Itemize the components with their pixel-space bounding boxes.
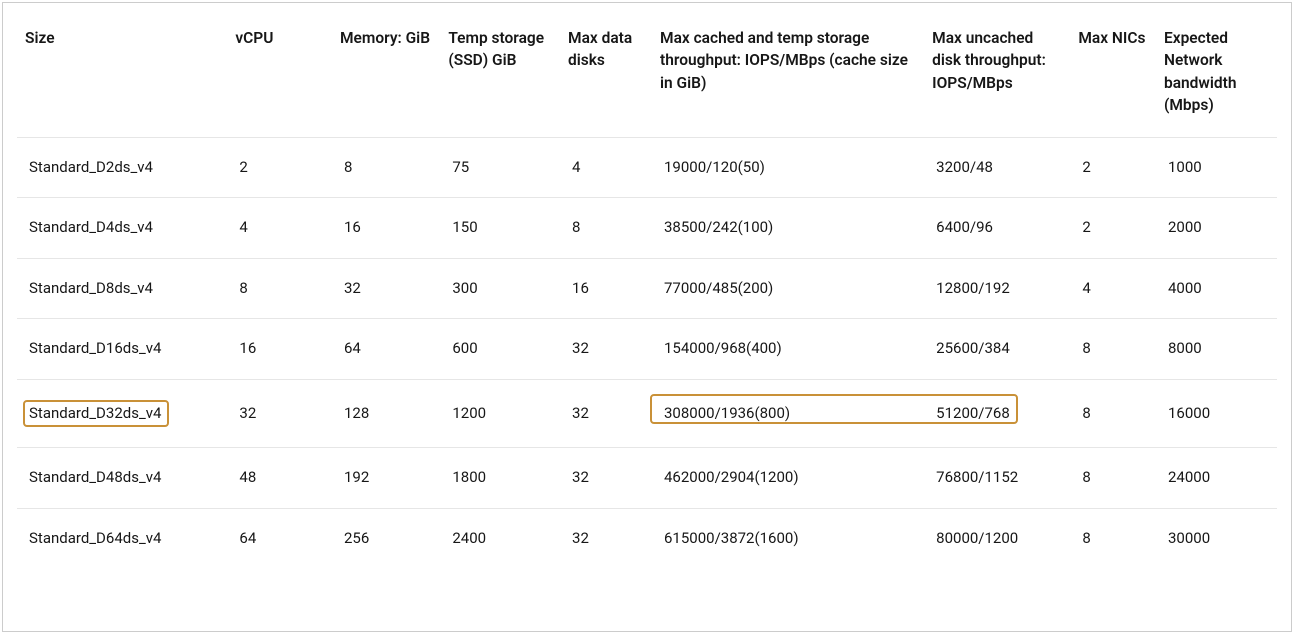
cell-temp: 1800	[440, 448, 560, 509]
cell-nics: 8	[1070, 379, 1156, 447]
cell-maxdata: 16	[560, 258, 652, 319]
cell-bw: 2000	[1156, 198, 1277, 259]
cell-temp: 600	[440, 319, 560, 380]
cell-uncached: 3200/48	[924, 137, 1070, 198]
table-row: Standard_D32ds_v432128120032308000/1936(…	[17, 379, 1277, 447]
cell-nics: 4	[1070, 258, 1156, 319]
cell-temp: 2400	[440, 508, 560, 568]
cell-nics: 2	[1070, 137, 1156, 198]
cell-uncached: 12800/192	[924, 258, 1070, 319]
th-size: Size	[17, 11, 227, 137]
cell-vcpu: 16	[227, 319, 332, 380]
th-maxdata: Max data disks	[560, 11, 652, 137]
cell-size: Standard_D16ds_v4	[17, 319, 227, 380]
table-row: Standard_D16ds_v4166460032154000/968(400…	[17, 319, 1277, 380]
cell-maxdata: 32	[560, 508, 652, 568]
cell-bw: 4000	[1156, 258, 1277, 319]
cell-temp: 75	[440, 137, 560, 198]
cell-maxdata: 4	[560, 137, 652, 198]
table-row: Standard_D48ds_v448192180032462000/2904(…	[17, 448, 1277, 509]
table-row: Standard_D2ds_v42875419000/120(50)3200/4…	[17, 137, 1277, 198]
th-uncached: Max uncached disk throughput: IOPS/MBps	[924, 11, 1070, 137]
table-row: Standard_D8ds_v48323001677000/485(200)12…	[17, 258, 1277, 319]
cell-vcpu: 2	[227, 137, 332, 198]
cell-size: Standard_D48ds_v4	[17, 448, 227, 509]
cell-nics: 8	[1070, 448, 1156, 509]
cell-size: Standard_D32ds_v4	[17, 379, 227, 447]
cell-maxdata: 8	[560, 198, 652, 259]
th-vcpu: vCPU	[227, 11, 332, 137]
cell-uncached: 51200/768	[924, 379, 1070, 447]
cell-cached: 462000/2904(1200)	[652, 448, 924, 509]
cell-vcpu: 64	[227, 508, 332, 568]
cell-bw: 30000	[1156, 508, 1277, 568]
cell-cached: 308000/1936(800)	[652, 379, 924, 447]
cell-size: Standard_D64ds_v4	[17, 508, 227, 568]
cell-cached: 38500/242(100)	[652, 198, 924, 259]
cell-vcpu: 8	[227, 258, 332, 319]
cell-memory: 192	[332, 448, 440, 509]
cell-uncached: 6400/96	[924, 198, 1070, 259]
vm-size-table-wrapper: Size vCPU Memory: GiB Temp storage (SSD)…	[2, 2, 1292, 632]
cell-maxdata: 32	[560, 379, 652, 447]
cell-uncached: 76800/1152	[924, 448, 1070, 509]
cell-bw: 8000	[1156, 319, 1277, 380]
cell-memory: 32	[332, 258, 440, 319]
th-cached: Max cached and temp storage throughput: …	[652, 11, 924, 137]
cell-bw: 24000	[1156, 448, 1277, 509]
cell-temp: 300	[440, 258, 560, 319]
cell-size: Standard_D8ds_v4	[17, 258, 227, 319]
cell-nics: 2	[1070, 198, 1156, 259]
cell-cached: 154000/968(400)	[652, 319, 924, 380]
cell-maxdata: 32	[560, 319, 652, 380]
cell-memory: 8	[332, 137, 440, 198]
cell-memory: 128	[332, 379, 440, 447]
cell-temp: 150	[440, 198, 560, 259]
table-body: Standard_D2ds_v42875419000/120(50)3200/4…	[17, 137, 1277, 568]
cell-memory: 64	[332, 319, 440, 380]
th-nics: Max NICs	[1070, 11, 1156, 137]
table-row: Standard_D4ds_v4416150838500/242(100)640…	[17, 198, 1277, 259]
th-memory: Memory: GiB	[332, 11, 440, 137]
cell-cached: 77000/485(200)	[652, 258, 924, 319]
cell-cached: 19000/120(50)	[652, 137, 924, 198]
highlight-size: Standard_D32ds_v4	[23, 400, 169, 427]
cell-size: Standard_D2ds_v4	[17, 137, 227, 198]
cell-nics: 8	[1070, 319, 1156, 380]
cell-memory: 256	[332, 508, 440, 568]
table-row: Standard_D64ds_v464256240032615000/3872(…	[17, 508, 1277, 568]
cell-bw: 1000	[1156, 137, 1277, 198]
cell-bw: 16000	[1156, 379, 1277, 447]
cell-cached: 615000/3872(1600)	[652, 508, 924, 568]
cell-vcpu: 48	[227, 448, 332, 509]
cell-uncached: 80000/1200	[924, 508, 1070, 568]
th-bw: Expected Network bandwidth (Mbps)	[1156, 11, 1277, 137]
cell-nics: 8	[1070, 508, 1156, 568]
cell-uncached: 25600/384	[924, 319, 1070, 380]
cell-vcpu: 4	[227, 198, 332, 259]
cell-temp: 1200	[440, 379, 560, 447]
vm-size-table: Size vCPU Memory: GiB Temp storage (SSD)…	[17, 11, 1277, 568]
cell-memory: 16	[332, 198, 440, 259]
cell-maxdata: 32	[560, 448, 652, 509]
cell-size: Standard_D4ds_v4	[17, 198, 227, 259]
table-header-row: Size vCPU Memory: GiB Temp storage (SSD)…	[17, 11, 1277, 137]
cell-vcpu: 32	[227, 379, 332, 447]
th-temp: Temp storage (SSD) GiB	[440, 11, 560, 137]
